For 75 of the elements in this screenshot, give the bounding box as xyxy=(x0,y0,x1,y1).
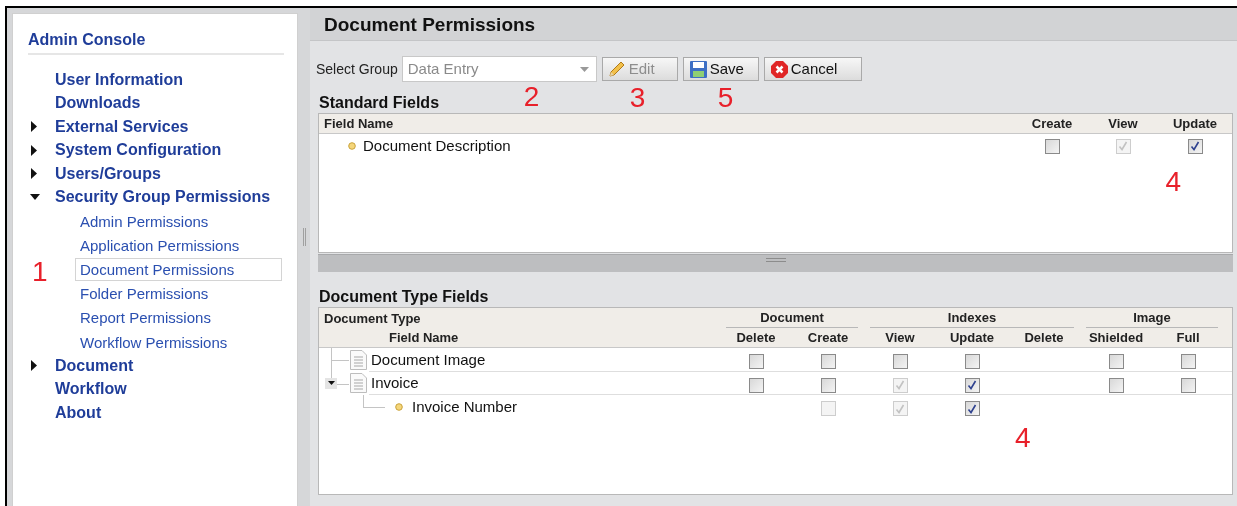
toolbar-button[interactable]: Save xyxy=(682,57,759,81)
column-group-header: Document xyxy=(726,309,858,328)
column-header: View xyxy=(884,329,916,348)
pencil-icon xyxy=(609,61,625,76)
callout-number: 4 xyxy=(1165,168,1181,196)
column-header: Delete xyxy=(735,329,777,348)
field-name: Document Description xyxy=(363,135,511,156)
column-header: Field Name xyxy=(388,329,460,348)
sidebar-item[interactable]: Document Permissions xyxy=(75,257,282,281)
sidebar-item[interactable]: Folder Permissions xyxy=(75,282,214,306)
sidebar-item[interactable]: Admin Permissions xyxy=(75,209,214,233)
checkbox[interactable] xyxy=(964,401,980,417)
checkbox[interactable] xyxy=(1108,354,1124,370)
column-header: View xyxy=(1107,115,1139,133)
column-header: Shielded xyxy=(1087,329,1145,348)
checkbox[interactable] xyxy=(892,354,908,370)
checkbox[interactable] xyxy=(1108,377,1124,393)
sidebar-item[interactable]: Security Group Permissions xyxy=(53,185,273,210)
bullet-icon xyxy=(348,142,356,150)
column-header: Delete xyxy=(1023,329,1065,348)
page-title: Document Permissions xyxy=(310,8,1237,41)
column-header: Create xyxy=(1030,115,1074,133)
sidebar-item[interactable]: Workflow xyxy=(53,377,129,402)
column-header: Document Type xyxy=(323,309,422,328)
cancel-icon xyxy=(770,60,788,78)
callout-number: 3 xyxy=(629,84,646,112)
sidebar-item[interactable]: About xyxy=(53,400,104,425)
expand-toggle[interactable] xyxy=(325,377,337,389)
caret-right-icon[interactable] xyxy=(31,121,37,133)
checkbox[interactable] xyxy=(1180,377,1196,393)
checkbox[interactable] xyxy=(964,377,980,393)
field-name: Invoice Number xyxy=(412,396,518,417)
column-header: Full xyxy=(1175,329,1201,348)
sidebar-item[interactable]: Users/Groups xyxy=(53,161,163,186)
checkbox[interactable] xyxy=(748,354,764,370)
checkbox[interactable] xyxy=(1044,138,1060,154)
sidebar-item[interactable]: Downloads xyxy=(53,91,143,116)
callout-number: 1 xyxy=(32,258,48,287)
field-label: Select Group xyxy=(316,59,398,79)
sidebar-item[interactable]: Report Permissions xyxy=(75,306,216,330)
field-name: Invoice xyxy=(371,373,419,393)
caret-down-icon[interactable] xyxy=(30,194,40,201)
sidebar-item[interactable]: Application Permissions xyxy=(75,233,245,257)
column-header: Update xyxy=(948,329,996,348)
column-header: Field Name xyxy=(323,115,395,133)
column-header: Create xyxy=(806,329,850,348)
caret-right-icon[interactable] xyxy=(31,144,37,156)
callout-number: 4 xyxy=(1015,424,1031,452)
section-title: Document Type Fields xyxy=(319,288,490,306)
callout-number: 2 xyxy=(523,83,540,111)
callout-number: 5 xyxy=(717,84,734,112)
caret-right-icon[interactable] xyxy=(31,360,37,372)
checkbox[interactable] xyxy=(1180,354,1196,370)
splitter-handle[interactable] xyxy=(302,228,306,246)
column-header: Update xyxy=(1171,115,1219,133)
sidebar-item[interactable]: External Services xyxy=(53,114,191,139)
column-group-header: Indexes xyxy=(870,309,1074,328)
caret-down-icon xyxy=(327,381,335,385)
checkbox[interactable] xyxy=(820,354,836,370)
section-title: Standard Fields xyxy=(319,94,440,112)
field-name: Document Image xyxy=(371,349,486,370)
sidebar-title: Admin Console xyxy=(28,28,284,55)
column-group-header: Image xyxy=(1086,309,1218,328)
bullet-icon xyxy=(395,402,403,411)
toolbar-button[interactable]: Cancel xyxy=(763,57,862,81)
checkbox[interactable] xyxy=(820,377,836,393)
sidebar-item[interactable]: System Configuration xyxy=(53,138,224,163)
sidebar-item[interactable]: Document xyxy=(53,353,136,378)
checkbox[interactable] xyxy=(748,377,764,393)
checkbox[interactable] xyxy=(1187,138,1203,154)
sidebar-item[interactable]: User Information xyxy=(53,67,185,92)
dropdown-arrow-icon xyxy=(579,66,589,72)
sidebar-item[interactable]: Workflow Permissions xyxy=(75,330,233,354)
caret-right-icon[interactable] xyxy=(31,168,37,180)
checkbox[interactable] xyxy=(964,354,980,370)
